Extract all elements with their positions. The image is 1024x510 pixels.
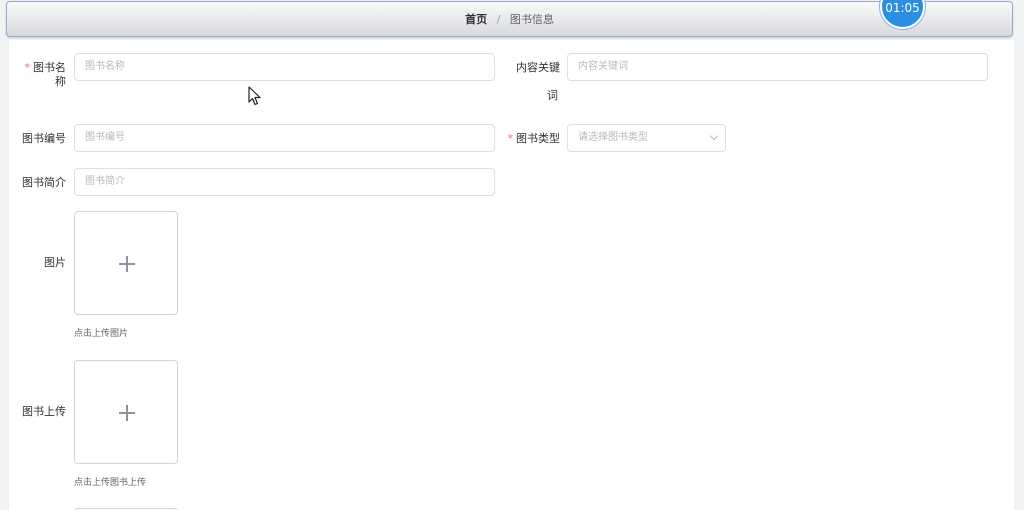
top-header: 首页 / 图书信息 [6, 1, 1013, 37]
keyword-label-wrap: 词 [547, 89, 558, 102]
book-upload-label: 图书上传 [22, 405, 66, 418]
book-type-placeholder: 请选择图书类型 [578, 132, 648, 143]
plus-icon [119, 256, 135, 272]
book-intro-placeholder: 图书简介 [85, 176, 125, 187]
book-number-input[interactable]: 图书编号 [74, 124, 495, 152]
book-type-select[interactable]: 请选择图书类型 [567, 124, 726, 152]
book-upload-box[interactable] [74, 360, 178, 464]
book-name-label: * 图书名称 [24, 61, 67, 88]
breadcrumb: 首页 / 图书信息 [7, 13, 1012, 27]
keyword-placeholder: 内容关键词 [578, 61, 628, 72]
breadcrumb-separator: / [496, 13, 501, 26]
image-upload-box[interactable] [74, 211, 178, 315]
image-label: 图片 [44, 256, 66, 269]
keyword-input[interactable]: 内容关键词 [567, 53, 988, 81]
keyword-label: 内容关键 [516, 61, 560, 74]
breadcrumb-current: 图书信息 [509, 13, 554, 26]
image-upload-hint: 点击上传图片 [74, 329, 129, 339]
chevron-down-icon [709, 131, 719, 141]
book-number-label: 图书编号 [22, 132, 66, 145]
plus-icon [119, 405, 135, 421]
book-number-placeholder: 图书编号 [85, 132, 125, 143]
book-name-placeholder: 图书名称 [85, 61, 125, 72]
cursor-icon [248, 86, 261, 106]
book-intro-input[interactable]: 图书简介 [74, 168, 495, 196]
book-upload-hint: 点击上传图书上传 [74, 478, 147, 488]
book-intro-label: 图书简介 [22, 176, 66, 189]
book-name-input[interactable]: 图书名称 [74, 53, 495, 81]
breadcrumb-home[interactable]: 首页 [465, 13, 487, 26]
book-type-label: * 图书类型 [507, 132, 561, 145]
